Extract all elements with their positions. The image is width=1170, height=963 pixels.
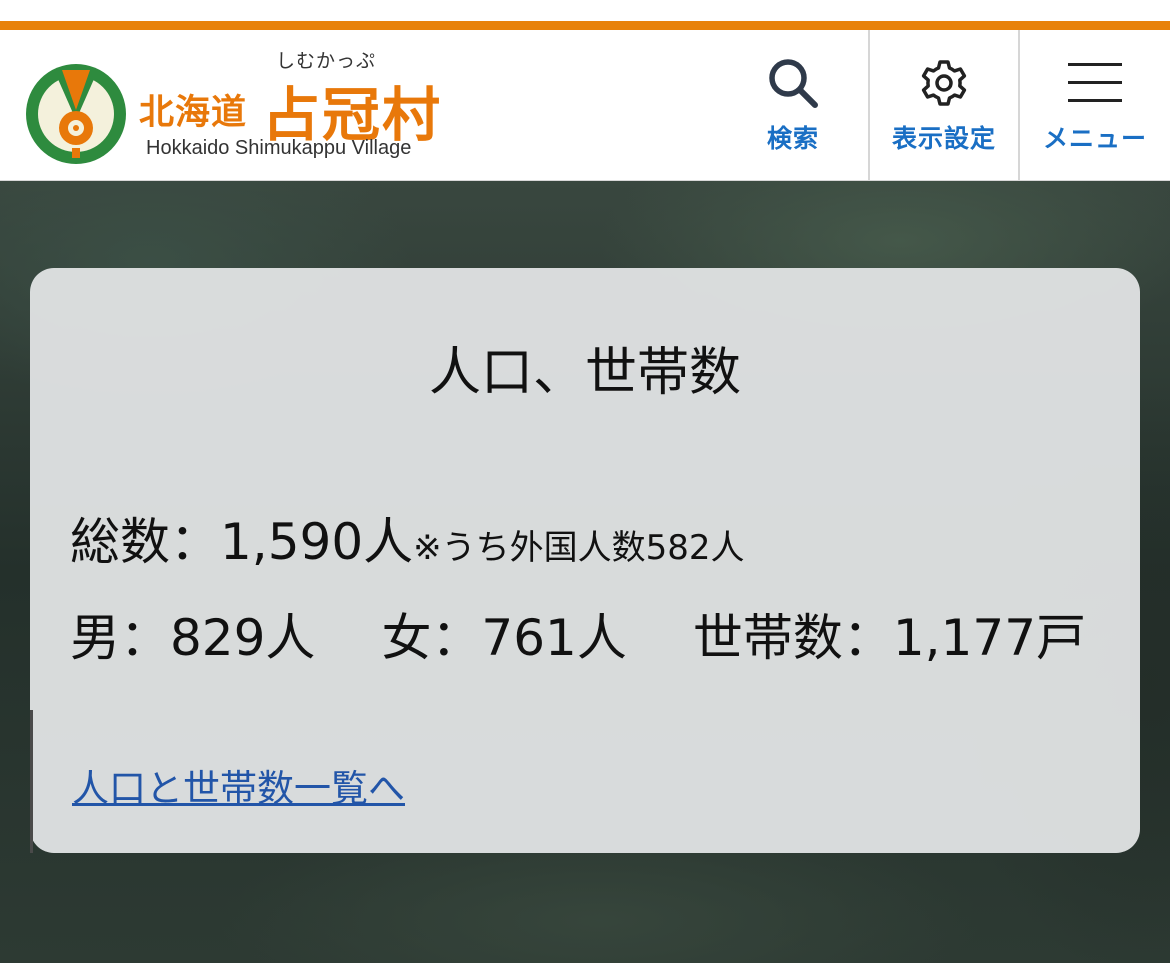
top-stripe [0, 0, 1170, 21]
female-population: 女：761人 [381, 609, 627, 667]
male-population: 男：829人 [70, 609, 316, 667]
accent-bar [0, 21, 1170, 30]
site-header: 北海道 しむかっぷ 占冠村 Hokkaido Shimukappu Villag… [0, 30, 1170, 181]
population-title: 人口、世帯数 [428, 343, 741, 403]
foreign-population-note: ※うち外国人数582人 [413, 528, 745, 568]
population-list-link[interactable]: 人口と世帯数一覧へ [72, 758, 405, 812]
total-population: 総数：1,590人 [70, 513, 414, 571]
hamburger-icon [1068, 63, 1122, 102]
logo-prefecture: 北海道 [139, 93, 248, 133]
household-count: 世帯数：1,177戸 [692, 609, 1087, 667]
population-card: 人口、世帯数 総数：1,590人 ※うち外国人数582人 男：829人 女：761… [30, 268, 1140, 853]
display-settings-label: 表示設定 [891, 124, 996, 153]
search-button[interactable]: 検索 [718, 30, 868, 180]
total-population-row: 総数：1,590人 ※うち外国人数582人 [70, 502, 745, 574]
logo-english-name: Hokkaido Shimukappu Village [146, 137, 412, 159]
site-logo[interactable]: 北海道 しむかっぷ 占冠村 Hokkaido Shimukappu Villag… [24, 30, 484, 181]
search-label: 検索 [766, 124, 819, 153]
display-settings-button[interactable]: 表示設定 [868, 30, 1018, 180]
card-edge-shadow [30, 710, 33, 853]
breakdown-row: 男：829人 女：761人 世帯数：1,177戸 [70, 598, 1086, 670]
menu-label: メニュー [1042, 124, 1147, 153]
village-emblem-icon [26, 64, 126, 164]
menu-button[interactable]: メニュー [1018, 30, 1170, 180]
search-icon [769, 59, 818, 108]
gear-icon [921, 60, 967, 106]
